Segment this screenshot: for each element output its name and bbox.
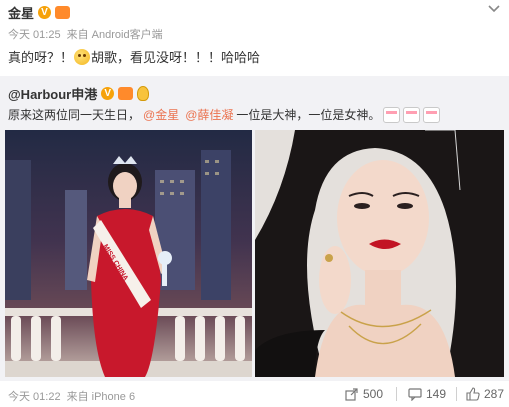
comment-action[interactable]: 149 bbox=[408, 387, 446, 401]
repost-action[interactable]: 500 bbox=[345, 387, 383, 401]
divider bbox=[456, 387, 457, 401]
level-badge-icon bbox=[118, 87, 134, 100]
post-body: 真的呀？！ 胡歌，看见没呀！！！哈哈哈 bbox=[8, 47, 260, 66]
level-badge-icon bbox=[55, 5, 71, 19]
repost-meta: 今天 01:22 来自 iPhone 6 bbox=[8, 388, 135, 404]
share-icon bbox=[345, 388, 358, 401]
comment-icon bbox=[408, 388, 422, 401]
repost-count: 500 bbox=[363, 387, 384, 401]
repost-time[interactable]: 今天 01:22 bbox=[8, 391, 61, 403]
chevron-down-icon[interactable] bbox=[487, 4, 501, 14]
verified-v-icon: V bbox=[38, 5, 52, 19]
repost-source[interactable]: iPhone 6 bbox=[92, 391, 135, 403]
cake-icon bbox=[383, 106, 401, 123]
source-prefix: 来自 bbox=[66, 29, 89, 41]
verified-v-icon: V bbox=[101, 87, 115, 100]
repost-source-prefix: 来自 bbox=[66, 391, 89, 403]
post-source[interactable]: Android客户端 bbox=[92, 29, 163, 41]
post-meta: 今天 01:25 来自 Android客户端 bbox=[8, 26, 163, 42]
divider bbox=[396, 387, 397, 401]
weibo-post: 金星 V 今天 01:25 来自 Android客户端 真的呀？！ 胡歌，看见没呀… bbox=[0, 0, 509, 407]
post-text-before: 真的呀？！ bbox=[8, 50, 74, 65]
lightbulb-icon bbox=[137, 86, 150, 101]
author-name[interactable]: 金星 bbox=[8, 3, 34, 22]
mention-jinxing[interactable]: @金星 bbox=[143, 106, 179, 123]
repost-body: 原来这两位同一天生日， @金星 @薛佳凝 一位是大神，一位是女神。 bbox=[8, 106, 441, 123]
reposted-weibo[interactable]: @Harbour申港 V 原来这两位同一天生日， @金星 @薛佳凝 一位是大神，… bbox=[0, 76, 509, 381]
comment-count: 149 bbox=[426, 387, 447, 401]
repost-text-tail: 一位是大神，一位是女神。 bbox=[236, 108, 381, 122]
post-header: 金星 V bbox=[8, 3, 71, 22]
pageant-illustration: MISS CHINA bbox=[5, 150, 252, 377]
mention-xuejianing[interactable]: @薛佳凝 bbox=[185, 106, 233, 123]
photo-pageant[interactable]: MISS CHINA bbox=[5, 130, 252, 377]
like-count: 287 bbox=[484, 387, 505, 401]
repost-author[interactable]: @Harbour申港 bbox=[8, 84, 97, 103]
post-time[interactable]: 今天 01:25 bbox=[8, 29, 61, 41]
repost-text-lead: 原来这两位同一天生日， bbox=[8, 108, 141, 122]
portrait-illustration bbox=[255, 130, 504, 377]
repost-footer: 今天 01:22 来自 iPhone 6 500 149 287 bbox=[0, 381, 509, 407]
photo-portrait[interactable] bbox=[255, 130, 504, 377]
laugh-emoji-icon bbox=[74, 48, 91, 65]
like-action[interactable]: 287 bbox=[466, 387, 504, 401]
post-text-after: 胡歌，看见没呀！！！哈哈哈 bbox=[91, 50, 261, 65]
like-icon bbox=[466, 387, 480, 401]
cake-icon bbox=[403, 106, 421, 123]
repost-header: @Harbour申港 V bbox=[8, 84, 150, 103]
cake-icon bbox=[423, 106, 441, 123]
